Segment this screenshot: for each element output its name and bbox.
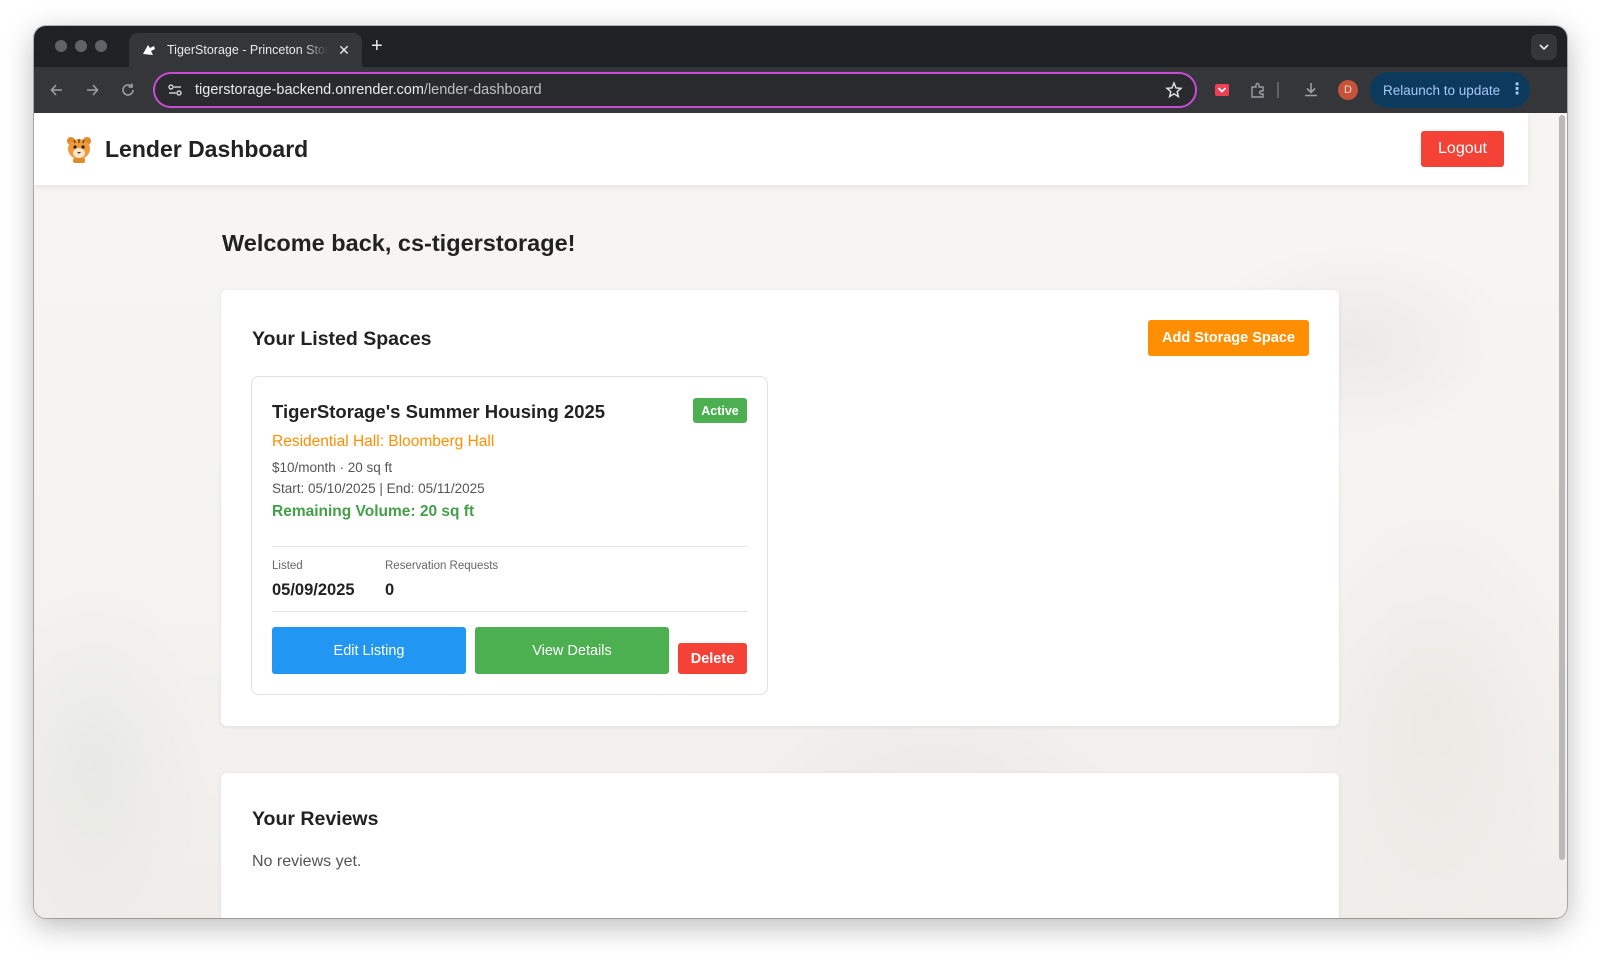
reviews-empty-message: No reviews yet. — [252, 853, 362, 870]
listing-remaining-volume: Remaining Volume: 20 sq ft — [272, 503, 475, 520]
view-details-button[interactable]: View Details — [475, 627, 669, 674]
edit-listing-button[interactable]: Edit Listing — [272, 627, 466, 674]
add-storage-space-button[interactable]: Add Storage Space — [1148, 320, 1309, 356]
page-viewport: Lender Dashboard Logout Welcome back, cs… — [34, 113, 1567, 918]
status-badge: Active — [693, 398, 747, 423]
listed-date-label: Listed — [272, 560, 303, 572]
url-host: tigerstorage-backend.onrender.com — [195, 82, 424, 98]
back-icon[interactable] — [47, 80, 67, 100]
tab-close-icon[interactable]: ✕ — [336, 42, 352, 59]
tiger-logo-icon — [67, 137, 91, 163]
page-scrollbar[interactable] — [1559, 115, 1565, 860]
reservation-requests-value: 0 — [385, 581, 395, 599]
extension-pocket-icon[interactable] — [1213, 81, 1231, 99]
minimize-window-button[interactable] — [75, 40, 87, 52]
tab-search-button[interactable] — [1531, 34, 1557, 60]
page-title: Lender Dashboard — [105, 135, 309, 162]
tab-strip: TigerStorage - Princeton Storage ✕ + — [34, 26, 1567, 67]
chevron-down-icon — [1539, 44, 1549, 51]
reviews-panel: Your Reviews No reviews yet. — [221, 773, 1339, 918]
listing-title: TigerStorage's Summer Housing 2025 — [272, 401, 606, 422]
close-window-button[interactable] — [55, 40, 67, 52]
address-bar[interactable]: tigerstorage-backend.onrender.com/lender… — [153, 72, 1197, 108]
listing-card: TigerStorage's Summer Housing 2025 Activ… — [251, 376, 768, 695]
listed-date-value: 05/09/2025 — [272, 581, 355, 599]
welcome-message: Welcome back, cs-tigerstorage! — [222, 230, 576, 256]
url-text: tigerstorage-backend.onrender.com/lender… — [195, 82, 1165, 98]
tab-title: TigerStorage - Princeton Storage — [167, 43, 328, 57]
extensions-puzzle-icon[interactable] — [1249, 81, 1267, 99]
new-tab-icon[interactable]: + — [371, 35, 383, 57]
tab-tigerstorage[interactable]: TigerStorage - Princeton Storage ✕ — [129, 33, 362, 67]
browser-window: TigerStorage - Princeton Storage ✕ + ti — [34, 26, 1567, 918]
reviews-title: Your Reviews — [252, 808, 379, 830]
listed-spaces-title: Your Listed Spaces — [252, 328, 432, 350]
listing-dates: Start: 05/10/2025 | End: 05/11/2025 — [272, 481, 485, 496]
listing-price-size: $10/month · 20 sq ft — [272, 460, 393, 475]
profile-avatar[interactable]: D — [1338, 80, 1358, 100]
delete-listing-button[interactable]: Delete — [678, 643, 747, 674]
listed-spaces-panel: Your Listed Spaces Add Storage Space Tig… — [221, 290, 1339, 726]
reload-icon[interactable] — [118, 80, 138, 100]
zoom-window-button[interactable] — [95, 40, 107, 52]
listing-hall: Residential Hall: Bloomberg Hall — [272, 433, 495, 450]
relaunch-label: Relaunch to update — [1383, 82, 1501, 98]
forward-icon[interactable] — [82, 80, 102, 100]
browser-toolbar: tigerstorage-backend.onrender.com/lender… — [34, 67, 1567, 113]
card-divider — [272, 546, 748, 547]
window-controls — [55, 40, 107, 52]
bookmark-star-icon[interactable] — [1165, 81, 1183, 99]
url-path: /lender-dashboard — [423, 82, 542, 98]
toolbar-divider — [1277, 82, 1279, 98]
site-settings-icon[interactable] — [167, 82, 183, 98]
logout-button[interactable]: Logout — [1421, 131, 1504, 167]
card-divider — [272, 611, 748, 612]
page-header: Lender Dashboard Logout — [34, 113, 1528, 185]
relaunch-button[interactable]: Relaunch to update ⋮ — [1370, 72, 1530, 108]
more-menu-icon[interactable]: ⋮ — [1509, 82, 1525, 98]
site-favicon-icon — [143, 45, 155, 55]
reservation-requests-label: Reservation Requests — [385, 560, 499, 572]
downloads-icon[interactable] — [1302, 81, 1320, 99]
